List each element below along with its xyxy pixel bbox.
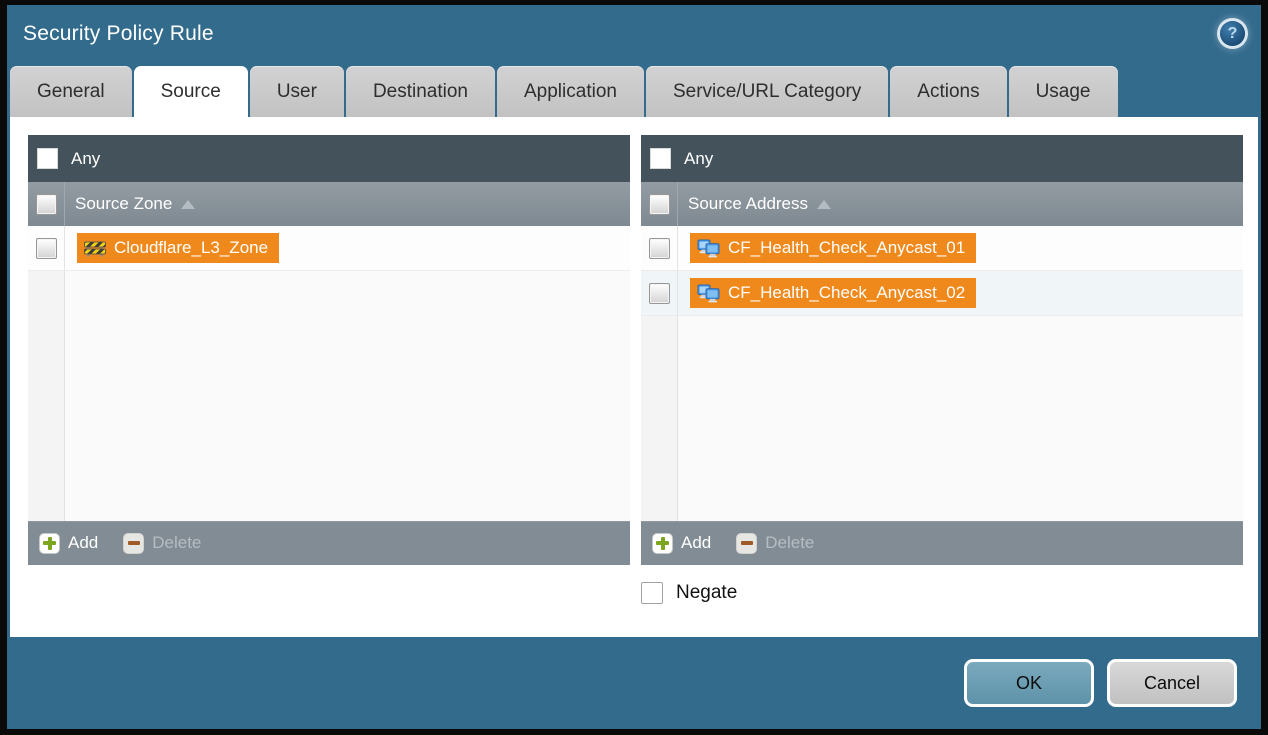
- zone-entry-label: Cloudflare_L3_Zone: [114, 238, 268, 258]
- source-zone-select-all-checkbox[interactable]: [36, 194, 57, 215]
- zone-icon: [84, 240, 106, 257]
- minus-icon: [736, 533, 757, 554]
- source-zone-list: Cloudflare_L3_Zone: [28, 226, 630, 521]
- source-zone-toolbar: Add Delete: [28, 521, 630, 565]
- source-zone-any-label: Any: [71, 149, 100, 169]
- source-address-select-all-checkbox[interactable]: [649, 194, 670, 215]
- delete-address-button[interactable]: Delete: [736, 533, 814, 554]
- address-entry[interactable]: CF_Health_Check_Anycast_02: [690, 278, 976, 308]
- sort-asc-icon: [817, 200, 831, 209]
- tab-actions[interactable]: Actions: [890, 66, 1006, 117]
- row-checkbox[interactable]: [36, 238, 57, 259]
- negate-checkbox[interactable]: [641, 582, 663, 604]
- add-zone-button[interactable]: Add: [39, 533, 98, 554]
- plus-icon: [39, 533, 60, 554]
- source-address-any-row: Any: [641, 135, 1243, 182]
- source-zone-any-checkbox[interactable]: [37, 148, 58, 169]
- source-address-any-label: Any: [684, 149, 713, 169]
- source-address-panel: Any Source Address: [641, 135, 1243, 565]
- zone-entry[interactable]: Cloudflare_L3_Zone: [77, 233, 279, 263]
- tab-destination[interactable]: Destination: [346, 66, 495, 117]
- source-zone-any-row: Any: [28, 135, 630, 182]
- address-entry-label: CF_Health_Check_Anycast_01: [728, 238, 965, 258]
- negate-row: Negate: [641, 582, 1258, 604]
- titlebar: Security Policy Rule ?: [7, 5, 1261, 62]
- tab-content-source: Any Source Zone: [10, 117, 1258, 637]
- source-zone-column-header: Source Zone: [28, 182, 630, 226]
- source-address-any-checkbox[interactable]: [650, 148, 671, 169]
- tab-source[interactable]: Source: [134, 66, 248, 117]
- address-icon: [697, 239, 720, 258]
- ok-button[interactable]: OK: [964, 659, 1094, 707]
- source-zone-column-title[interactable]: Source Zone: [75, 194, 172, 214]
- address-entry-label: CF_Health_Check_Anycast_02: [728, 283, 965, 303]
- delete-zone-button[interactable]: Delete: [123, 533, 201, 554]
- address-icon: [697, 284, 720, 303]
- source-address-toolbar: Add Delete: [641, 521, 1243, 565]
- cancel-button[interactable]: Cancel: [1107, 659, 1237, 707]
- security-policy-rule-dialog: Security Policy Rule ? General Source Us…: [7, 5, 1261, 729]
- source-address-list: CF_Health_Check_Anycast_01: [641, 226, 1243, 521]
- negate-label: Negate: [676, 582, 737, 604]
- table-row[interactable]: CF_Health_Check_Anycast_01: [641, 226, 1243, 271]
- tab-user[interactable]: User: [250, 66, 344, 117]
- table-row[interactable]: CF_Health_Check_Anycast_02: [641, 271, 1243, 316]
- source-address-column-header: Source Address: [641, 182, 1243, 226]
- sort-asc-icon: [181, 200, 195, 209]
- source-zone-panel: Any Source Zone: [28, 135, 630, 565]
- tab-usage[interactable]: Usage: [1009, 66, 1118, 117]
- dialog-footer: OK Cancel: [7, 637, 1261, 729]
- tab-application[interactable]: Application: [497, 66, 644, 117]
- source-address-column-title[interactable]: Source Address: [688, 194, 808, 214]
- add-address-button[interactable]: Add: [652, 533, 711, 554]
- help-icon[interactable]: ?: [1220, 21, 1245, 46]
- table-row[interactable]: Cloudflare_L3_Zone: [28, 226, 630, 271]
- minus-icon: [123, 533, 144, 554]
- row-checkbox[interactable]: [649, 283, 670, 304]
- row-checkbox[interactable]: [649, 238, 670, 259]
- tab-bar: General Source User Destination Applicat…: [7, 62, 1261, 117]
- plus-icon: [652, 533, 673, 554]
- dialog-title: Security Policy Rule: [23, 22, 214, 46]
- address-entry[interactable]: CF_Health_Check_Anycast_01: [690, 233, 976, 263]
- tab-general[interactable]: General: [10, 66, 132, 117]
- tab-service-url-category[interactable]: Service/URL Category: [646, 66, 888, 117]
